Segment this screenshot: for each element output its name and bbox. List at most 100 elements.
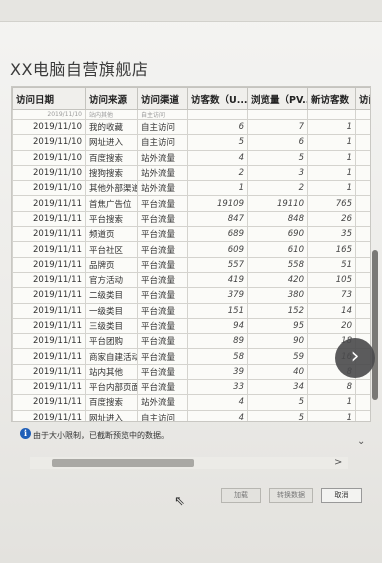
table-row: 2019/11/11 首焦广告位 平台流量 19109 19110 765 xyxy=(12,195,370,212)
cell-uv: 5 xyxy=(187,134,248,151)
cell-source: 官方活动 xyxy=(85,271,138,289)
chevron-right-icon[interactable]: › xyxy=(335,338,375,378)
cell-channel: 站外流量 xyxy=(137,149,188,166)
cell-uv: 379 xyxy=(187,287,248,304)
cell-visits xyxy=(355,287,370,304)
table-row: 2019/11/10 搜狗搜索 站外流量 2 3 1 xyxy=(12,164,370,182)
cell-source: 其他外部渠道 xyxy=(85,180,138,197)
cell-visits xyxy=(355,134,370,151)
cell-new: 1 xyxy=(307,149,356,166)
table-row: 2019/11/11 平台搜索 平台流量 847 848 26 xyxy=(12,210,370,228)
cell-channel: 平台流量 xyxy=(137,226,188,243)
cell-pv: 40 xyxy=(247,363,308,381)
cell-visits xyxy=(355,109,370,120)
cell-source: 平台内部页面 xyxy=(85,379,138,396)
cell-source: 平台搜索 xyxy=(85,210,138,228)
cell-uv: 6 xyxy=(187,118,248,136)
cell-date: 2019/11/11 xyxy=(12,256,86,273)
table-row: 2019/11/10 网址进入 自主访问 5 6 1 xyxy=(12,134,370,151)
cell-uv: 33 xyxy=(187,379,248,396)
cell-visits xyxy=(355,394,370,411)
table-row: 2019/11/10 百度搜索 站外流量 4 5 1 xyxy=(12,149,370,166)
cell-visits xyxy=(355,226,370,243)
column-header-new-visitors[interactable]: 新访客数 xyxy=(307,87,356,110)
cell-visits xyxy=(355,271,370,289)
cell-date: 2019/11/11 xyxy=(12,348,86,365)
scroll-right-icon[interactable]: > xyxy=(334,457,342,468)
table-row: 2019/11/11 平台内部页面 平台流量 33 34 8 xyxy=(12,379,370,396)
table-row: 2019/11/11平台团购平台流量899018 xyxy=(12,333,370,350)
cell-uv: 2 xyxy=(187,164,248,182)
cell-new: 20 xyxy=(307,317,356,335)
cell-new: 35 xyxy=(307,226,356,243)
cell-source: 平台团购 xyxy=(85,333,138,350)
cell-uv: 4 xyxy=(187,409,248,421)
cell-visits xyxy=(355,164,370,182)
table-row: 2019/11/11商家自建活动平台流量585916 xyxy=(12,348,370,365)
cell-date: 2019/11/10 xyxy=(12,109,86,120)
cell-pv: 690 xyxy=(247,226,308,243)
cell-source: 一级类目 xyxy=(85,302,138,319)
cell-pv: 558 xyxy=(247,256,308,273)
data-preview-grid[interactable]: 访问日期 访问来源 访问渠道 访客数（U... 浏览量（PV... 新访客数 访… xyxy=(11,86,371,422)
table-row: 2019/11/10 其他外部渠道 站外流量 1 2 1 xyxy=(12,180,370,197)
cell-source: 网址进入 xyxy=(85,409,138,421)
column-header-visits[interactable]: 访问次 xyxy=(355,87,370,110)
cell-pv: 380 xyxy=(247,287,308,304)
cell-channel: 平台流量 xyxy=(137,363,188,381)
cell-date: 2019/11/10 xyxy=(12,118,86,136)
scroll-down-icon[interactable]: ⌄ xyxy=(357,436,365,447)
cell-uv: 609 xyxy=(187,241,248,258)
cell-channel: 平台流量 xyxy=(137,271,188,289)
cell-new: 165 xyxy=(307,241,356,258)
cell-channel: 平台流量 xyxy=(137,287,188,304)
window-top-strip xyxy=(0,0,382,22)
cell-date: 2019/11/11 xyxy=(12,210,86,228)
column-header-channel[interactable]: 访问渠道 xyxy=(137,87,188,110)
cell-date: 2019/11/10 xyxy=(12,164,86,182)
cell-channel: 平台流量 xyxy=(137,302,188,319)
vertical-scroll-thumb[interactable] xyxy=(372,250,378,400)
preview-table: 访问日期 访问来源 访问渠道 访客数（U... 浏览量（PV... 新访客数 访… xyxy=(12,87,370,421)
load-button[interactable]: 加载 xyxy=(221,488,261,503)
cell-uv xyxy=(187,109,248,120)
cell-pv: 152 xyxy=(247,302,308,319)
cell-source: 百度搜索 xyxy=(85,149,138,166)
cell-visits xyxy=(355,256,370,273)
table-row: 2019/11/11 百度搜索 站外流量 4 5 1 xyxy=(12,394,370,411)
header-row: 访问日期 访问来源 访问渠道 访客数（U... 浏览量（PV... 新访客数 访… xyxy=(12,87,370,110)
cell-source: 搜狗搜索 xyxy=(85,164,138,182)
cell-channel: 平台流量 xyxy=(137,348,188,365)
cell-date: 2019/11/11 xyxy=(12,333,86,350)
cell-new: 1 xyxy=(307,134,356,151)
cell-date: 2019/11/11 xyxy=(12,271,86,289)
cell-source: 商家自建活动 xyxy=(85,348,138,365)
cell-pv: 19110 xyxy=(247,195,308,212)
cell-source: 网址进入 xyxy=(85,134,138,151)
transform-data-button[interactable]: 转换数据 xyxy=(269,488,313,503)
table-row: 2019/11/11 网址进入 自主访问 4 5 1 xyxy=(12,409,370,421)
horizontal-scrollbar[interactable] xyxy=(30,457,348,469)
table-row: 2019/11/11站内其他平台流量39408 xyxy=(12,363,370,381)
column-header-source[interactable]: 访问来源 xyxy=(85,87,138,110)
cell-pv: 2 xyxy=(247,180,308,197)
column-header-pv[interactable]: 浏览量（PV... xyxy=(247,87,308,110)
cell-visits xyxy=(355,149,370,166)
cell-date: 2019/11/10 xyxy=(12,149,86,166)
cell-source: 我的收藏 xyxy=(85,118,138,136)
vertical-scrollbar[interactable] xyxy=(371,86,380,422)
cell-pv xyxy=(247,109,308,120)
cancel-button[interactable]: 取消 xyxy=(321,488,362,503)
cell-date: 2019/11/10 xyxy=(12,180,86,197)
cell-visits xyxy=(355,210,370,228)
truncation-note: 由于大小限制，已截断预览中的数据。 xyxy=(33,431,169,440)
cell-uv: 557 xyxy=(187,256,248,273)
column-header-uv[interactable]: 访客数（U... xyxy=(187,87,248,110)
cell-uv: 94 xyxy=(187,317,248,335)
column-header-date[interactable]: 访问日期 xyxy=(12,87,86,110)
cell-source: 平台社区 xyxy=(85,241,138,258)
cell-date: 2019/11/11 xyxy=(12,363,86,381)
horizontal-scroll-thumb[interactable] xyxy=(52,459,194,467)
cell-source: 站内其他 xyxy=(85,109,138,120)
cell-source: 站内其他 xyxy=(85,363,138,381)
